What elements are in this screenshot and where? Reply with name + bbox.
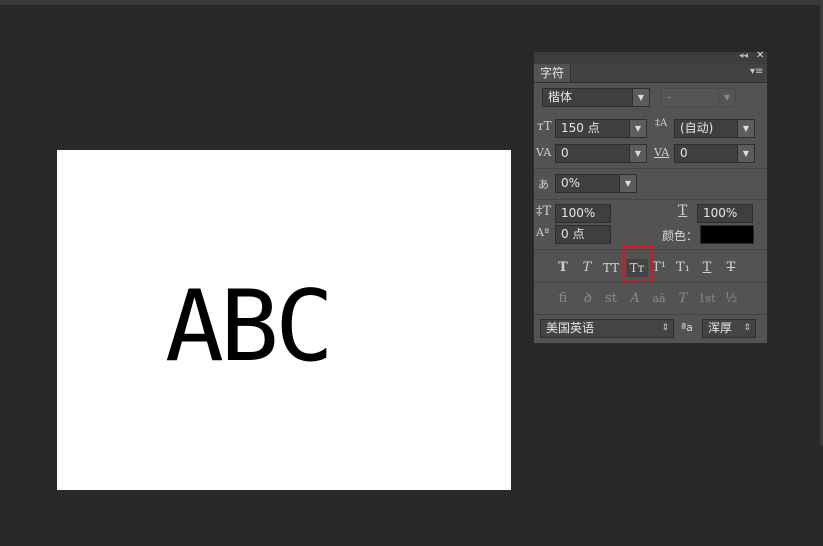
chevron-down-icon[interactable]: ▼ bbox=[737, 120, 754, 137]
font-size-icon: тT bbox=[537, 119, 552, 133]
horizontal-scale-field[interactable]: 100% bbox=[697, 204, 753, 223]
color-swatch[interactable] bbox=[700, 225, 754, 244]
horizontal-scale-value: 100% bbox=[703, 206, 738, 220]
subscript-button[interactable]: T₁ bbox=[672, 259, 694, 277]
all-caps-button[interactable]: TT bbox=[600, 259, 622, 277]
chevron-down-icon[interactable]: ▼ bbox=[632, 89, 649, 106]
tab-character[interactable]: 字符 bbox=[534, 64, 571, 82]
fractions-button[interactable]: ½ bbox=[720, 290, 742, 308]
up-down-arrows-icon: ⇕ bbox=[743, 323, 751, 333]
character-panel: ◂◂ ✕ 字符 ▾≡ 楷体 ▼ - ▼ тT 150 点 ▼ ‡A (自动) ▼… bbox=[533, 50, 768, 344]
baseline-shift-value: 0 点 bbox=[561, 227, 585, 241]
vertical-scale-field[interactable]: 100% bbox=[555, 204, 611, 223]
old-style-button[interactable]: st bbox=[600, 290, 622, 308]
small-caps-highlight-box bbox=[623, 246, 653, 283]
vertical-scale-icon: ‡T bbox=[536, 204, 552, 219]
baseline-shift-field[interactable]: 0 点 bbox=[555, 225, 611, 244]
vertical-scale-value: 100% bbox=[561, 206, 596, 220]
baseline-shift-icon: Aª bbox=[536, 226, 550, 239]
faux-bold-button[interactable]: T bbox=[552, 259, 574, 277]
chevron-down-icon[interactable]: ▼ bbox=[629, 145, 646, 162]
color-label: 颜色： bbox=[662, 229, 699, 243]
antialias-select[interactable]: 浑厚 ⇕ bbox=[702, 319, 756, 338]
top-edge-bar bbox=[0, 0, 823, 5]
ligatures-button[interactable]: fi bbox=[552, 290, 574, 308]
chevron-down-icon[interactable]: ▼ bbox=[619, 175, 636, 192]
kerning-value: 0 bbox=[561, 146, 569, 160]
tsume-value: 0% bbox=[561, 176, 581, 190]
underline-button[interactable]: T bbox=[696, 259, 718, 277]
tsume-icon: あ bbox=[538, 178, 549, 191]
divider bbox=[534, 282, 767, 283]
faux-italic-button[interactable]: T bbox=[576, 259, 598, 277]
divider bbox=[534, 199, 767, 200]
chevron-down-icon[interactable]: ▼ bbox=[737, 145, 754, 162]
leading-value: (自动) bbox=[680, 121, 714, 135]
document-canvas[interactable]: ABC bbox=[57, 150, 511, 490]
antialias-label: ªa bbox=[681, 321, 693, 334]
font-size-value: 150 点 bbox=[561, 121, 600, 135]
divider bbox=[534, 168, 767, 169]
antialias-value: 浑厚 bbox=[708, 321, 733, 335]
horizontal-scale-icon: T bbox=[678, 203, 688, 219]
language-value: 美国英语 bbox=[546, 321, 595, 335]
font-style-value: - bbox=[667, 90, 672, 104]
stylistic-alternates-button[interactable]: aā bbox=[648, 290, 670, 308]
leading-icon: ‡A bbox=[655, 118, 668, 129]
discretionary-ligatures-button[interactable]: ꝺ bbox=[576, 290, 598, 308]
double-chevron-left-icon[interactable]: ◂◂ bbox=[739, 51, 748, 61]
canvas-text-layer[interactable]: ABC bbox=[165, 278, 334, 376]
strikethrough-button[interactable]: T bbox=[720, 259, 742, 277]
close-icon[interactable]: ✕ bbox=[756, 50, 764, 61]
kerning-icon: VA bbox=[536, 146, 552, 159]
panel-title-bar[interactable]: ◂◂ ✕ bbox=[534, 50, 767, 64]
chevron-down-icon[interactable]: ▼ bbox=[718, 89, 735, 106]
panel-menu-icon[interactable]: ▾≡ bbox=[750, 66, 763, 77]
chevron-down-icon[interactable]: ▼ bbox=[629, 120, 646, 137]
divider bbox=[534, 314, 767, 315]
font-family-value: 楷体 bbox=[548, 90, 573, 104]
tracking-icon: VA bbox=[654, 146, 670, 159]
swash-button[interactable]: A bbox=[624, 290, 646, 308]
panel-tab-bar: 字符 ▾≡ bbox=[534, 64, 767, 83]
ordinals-button[interactable]: 1st bbox=[696, 290, 718, 308]
titling-alternates-button[interactable]: T bbox=[672, 290, 694, 308]
language-select[interactable]: 美国英语 ⇕ bbox=[540, 319, 674, 338]
up-down-arrows-icon: ⇕ bbox=[661, 323, 669, 333]
tracking-value: 0 bbox=[680, 146, 688, 160]
